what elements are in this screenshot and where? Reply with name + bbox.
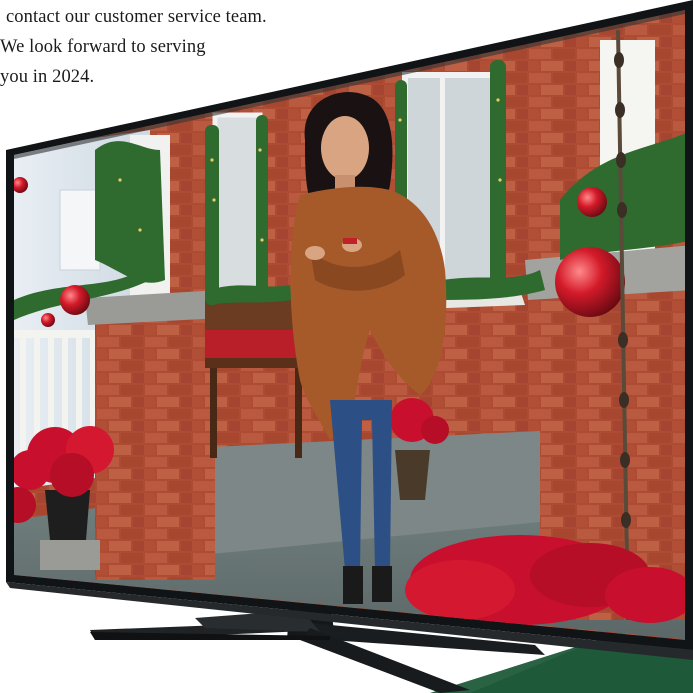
ad-page: contact our customer service team. We lo… [0,0,693,693]
copy-line-1: contact our customer service team. [6,7,267,27]
copy-line-3: you in 2024. [0,67,95,87]
ornament [555,247,625,317]
ad-copy-text: contact our customer service team. We lo… [0,0,420,92]
tv-product-photo [6,0,693,693]
copy-line-2: We look forward to serving [0,37,206,57]
